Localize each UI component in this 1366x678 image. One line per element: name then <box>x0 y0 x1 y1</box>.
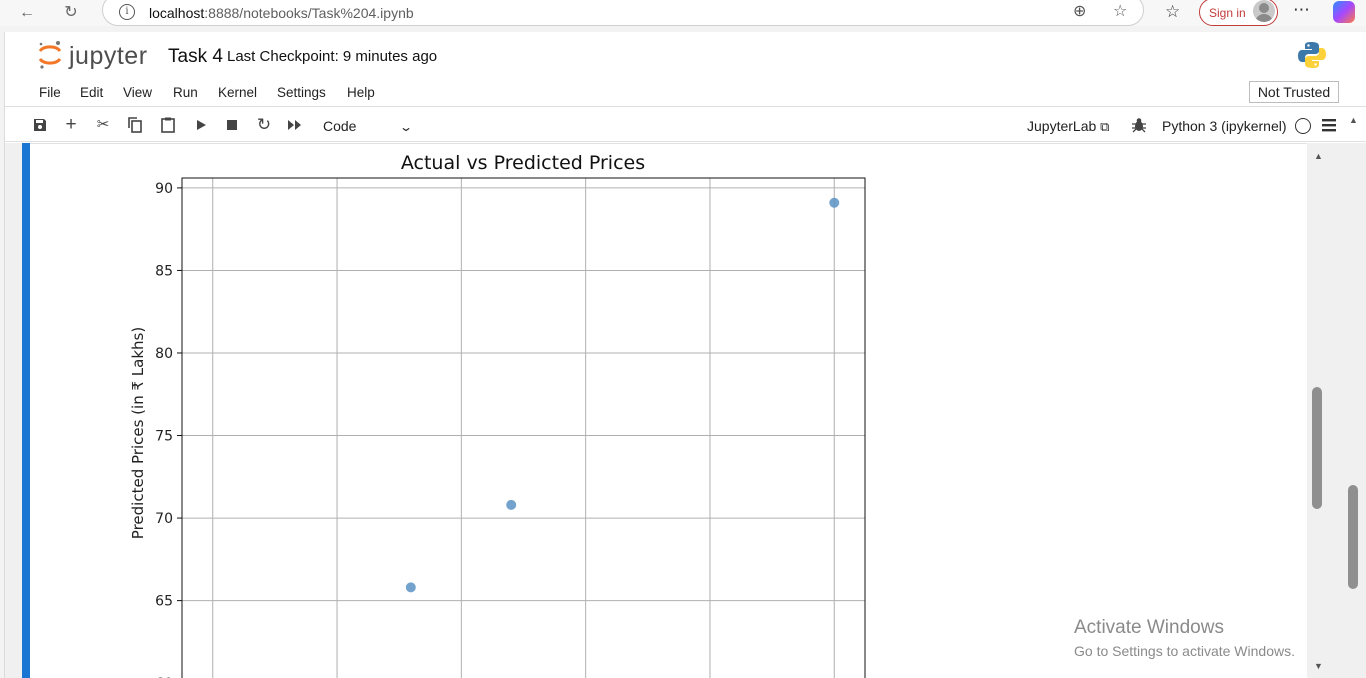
jupyterlab-label: JupyterLab <box>1027 118 1097 134</box>
copy-icon[interactable] <box>126 116 144 134</box>
watermark-subtitle: Go to Settings to activate Windows. <box>1074 643 1295 659</box>
restart-run-all-icon[interactable] <box>286 116 304 134</box>
avatar-icon <box>1253 0 1275 22</box>
y-tick-label: 65 <box>155 594 173 610</box>
run-icon[interactable] <box>192 116 210 134</box>
jupyter-logo-icon[interactable] <box>37 40 63 70</box>
restart-icon[interactable]: ↻ <box>255 116 273 134</box>
notebook-toolbar: + ✂ ↻ Code ⌄ JupyterLab ⧉ Python 3 (ipyk… <box>5 108 1366 142</box>
sign-in-button[interactable]: Sign in <box>1199 0 1278 26</box>
y-tick-label: 80 <box>155 346 173 362</box>
active-cell-indicator[interactable] <box>22 143 30 678</box>
chevron-down-icon[interactable]: ⌄ <box>399 120 413 134</box>
scroll-down-arrow-icon[interactable]: ▼ <box>1314 661 1323 671</box>
debugger-bug-icon[interactable] <box>1130 116 1148 134</box>
checkpoint-status: Last Checkpoint: 9 minutes ago <box>227 48 438 65</box>
browser-toolbar: ← ↻ i localhost:8888/notebooks/Task%204.… <box>0 0 1366 26</box>
notebook-title[interactable]: Task 4 <box>168 46 223 68</box>
kernel-name[interactable]: Python 3 (ipykernel) <box>1162 118 1287 134</box>
more-options-icon[interactable]: ⋯ <box>1293 0 1310 20</box>
jupyter-wordmark: jupyter <box>69 42 148 70</box>
open-jupyterlab-link[interactable]: JupyterLab ⧉ <box>1027 118 1109 135</box>
site-info-icon[interactable]: i <box>119 4 135 20</box>
y-axis-label: Predicted Prices (in ₹ Lakhs) <box>129 327 147 539</box>
output-scrollbar-thumb[interactable] <box>1312 387 1322 509</box>
url-path: :8888/notebooks/Task%204.ipynb <box>204 5 414 21</box>
y-tick-label: 85 <box>155 263 173 279</box>
menu-edit[interactable]: Edit <box>80 85 103 100</box>
url-text[interactable]: localhost:8888/notebooks/Task%204.ipynb <box>149 5 414 21</box>
plot-frame <box>181 177 866 678</box>
y-tick-label: 90 <box>155 181 173 197</box>
y-tick-group: 90858075706560 <box>155 181 182 678</box>
add-cell-icon[interactable]: + <box>62 115 80 134</box>
menu-run[interactable]: Run <box>173 85 198 100</box>
notebook-area: 90858075706560 Actual vs Predicted Price… <box>5 143 1366 678</box>
favorite-star-icon[interactable]: ☆ <box>1113 1 1127 21</box>
y-tick-label: 75 <box>155 429 173 445</box>
menu-settings[interactable]: Settings <box>277 85 326 100</box>
watermark-title: Activate Windows <box>1074 617 1224 638</box>
scatter-chart: 90858075706560 Actual vs Predicted Price… <box>129 152 866 678</box>
page-scrollbar-thumb[interactable] <box>1348 485 1358 589</box>
external-link-icon: ⧉ <box>1100 119 1110 134</box>
back-arrow-icon[interactable]: ← <box>16 2 38 24</box>
url-host: localhost <box>149 5 205 21</box>
favorites-list-icon[interactable]: ☆ <box>1165 2 1180 22</box>
cut-icon[interactable]: ✂ <box>94 116 112 134</box>
sign-in-label: Sign in <box>1209 6 1246 20</box>
data-points <box>405 197 840 593</box>
python-logo-icon <box>1298 42 1326 68</box>
zoom-icon[interactable]: ⊕ <box>1073 1 1086 21</box>
kernel-idle-status-icon <box>1295 118 1311 134</box>
copilot-icon[interactable] <box>1333 1 1355 23</box>
paste-icon[interactable] <box>159 116 177 134</box>
y-tick-label: 70 <box>155 511 173 527</box>
output-scrollbar[interactable]: ▲ ▼ <box>1307 143 1329 678</box>
chart-grid <box>182 178 865 678</box>
menu-view[interactable]: View <box>123 85 152 100</box>
chart-title: Actual vs Predicted Prices <box>401 152 645 174</box>
scatter-point <box>506 499 517 510</box>
menu-kernel[interactable]: Kernel <box>218 85 257 100</box>
notebook-header: jupyter Task 4 Last Checkpoint: 9 minute… <box>5 32 1366 77</box>
menu-help[interactable]: Help <box>347 85 375 100</box>
cell-type-select[interactable]: Code <box>323 118 356 134</box>
activate-windows-watermark: Activate Windows Go to Settings to activ… <box>1074 617 1295 659</box>
trust-status-button[interactable]: Not Trusted <box>1249 81 1339 103</box>
menu-file[interactable]: File <box>39 85 61 100</box>
page-scroll-up-arrow-icon[interactable]: ▲ <box>1349 115 1358 125</box>
menu-hamburger-icon[interactable] <box>1320 116 1338 134</box>
stop-icon[interactable] <box>223 116 241 134</box>
reload-icon[interactable]: ↻ <box>60 2 82 24</box>
page-scrollbar[interactable]: ▲ <box>1345 111 1362 646</box>
scatter-point <box>405 582 416 593</box>
scroll-up-arrow-icon[interactable]: ▲ <box>1314 151 1323 161</box>
save-icon[interactable] <box>31 116 49 134</box>
address-bar[interactable]: i localhost:8888/notebooks/Task%204.ipyn… <box>102 0 1144 26</box>
jupyter-page: jupyter Task 4 Last Checkpoint: 9 minute… <box>4 32 1366 678</box>
menu-bar: File Edit View Run Kernel Settings Help … <box>5 78 1366 107</box>
scatter-point <box>829 197 840 208</box>
